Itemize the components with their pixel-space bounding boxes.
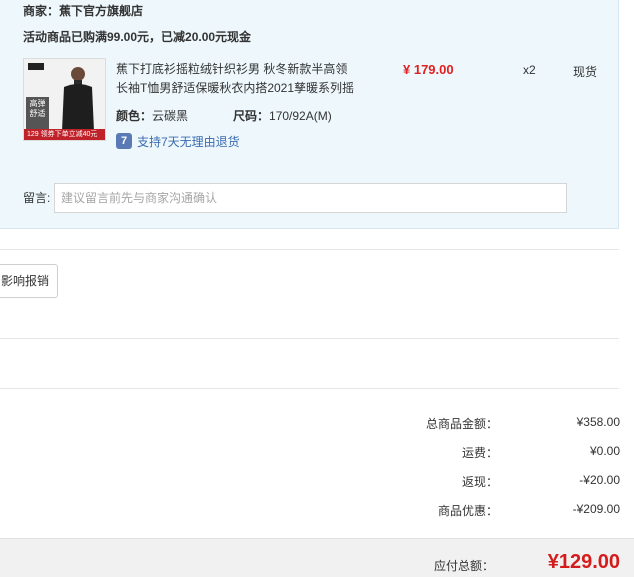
shop-name[interactable]: 商家：蕉下官方旗舰店	[23, 2, 143, 19]
summary-label: 返现：	[461, 475, 498, 489]
total-amount: ¥129.00	[547, 551, 620, 573]
model-image	[62, 67, 94, 131]
divider	[0, 338, 619, 339]
return-policy-text: 支持7天无理由退货	[137, 134, 240, 149]
summary-value: ¥0.00	[589, 444, 620, 458]
return-policy[interactable]: 7 支持7天无理由退货	[116, 133, 240, 149]
summary-label: 运费：	[461, 446, 498, 460]
total-bar: 应付总额： ¥129.00	[0, 538, 634, 577]
invoice-button[interactable]: 影响报销	[0, 264, 58, 298]
color-value: 云碳黑	[152, 109, 189, 123]
promotion-text: 活动商品已购满99.00元，已减20.00元现金	[23, 30, 252, 44]
summary-value: -¥20.00	[579, 473, 620, 487]
memo-label: 留言:	[23, 191, 51, 205]
summary-row-cashback: 返现： -¥20.00	[380, 473, 620, 493]
total-label: 应付总额：	[433, 559, 494, 573]
summary-label: 总商品金额：	[425, 417, 498, 431]
product-price: ¥ 179.00	[403, 62, 454, 77]
order-card: 商家：蕉下官方旗舰店 活动商品已购满99.00元，已减20.00元现金 高弹 舒…	[0, 0, 619, 229]
summary-row-subtotal: 总商品金额： ¥358.00	[380, 415, 620, 435]
summary-value: ¥358.00	[576, 415, 620, 429]
product-quantity: x2	[523, 63, 536, 77]
summary-row-shipping: 运费： ¥0.00	[380, 444, 620, 464]
divider	[0, 388, 619, 389]
summary-value: -¥209.00	[572, 502, 620, 516]
thumbnail-tag: 高弹 舒适	[26, 97, 49, 131]
thumbnail-price-strip: 129 领券下单立减40元	[24, 129, 105, 140]
product-color: 颜色：云碳黑	[116, 107, 188, 124]
return-policy-icon: 7	[116, 133, 132, 149]
divider	[0, 249, 619, 250]
summary-row-discount: 商品优惠： -¥209.00	[380, 502, 620, 522]
product-title[interactable]: 蕉下打底衫摇粒绒针织衫男 秋冬新款半高领长袖T恤男舒适保暖秋衣内搭2021孳暖系…	[116, 60, 356, 98]
size-label: 尺码：	[233, 109, 270, 123]
color-label: 颜色：	[116, 109, 153, 123]
checkout-page: 商家：蕉下官方旗舰店 活动商品已购满99.00元，已减20.00元现金 高弹 舒…	[0, 0, 634, 577]
memo-input[interactable]	[54, 183, 567, 213]
summary-label: 商品优惠：	[437, 504, 498, 518]
brand-logo	[28, 63, 44, 70]
product-size: 尺码：170/92A(M)	[233, 107, 332, 124]
product-thumbnail[interactable]: 高弹 舒适 129 领券下单立减40元	[23, 58, 106, 141]
size-value: 170/92A(M)	[269, 109, 332, 123]
stock-status: 现货	[573, 65, 598, 79]
